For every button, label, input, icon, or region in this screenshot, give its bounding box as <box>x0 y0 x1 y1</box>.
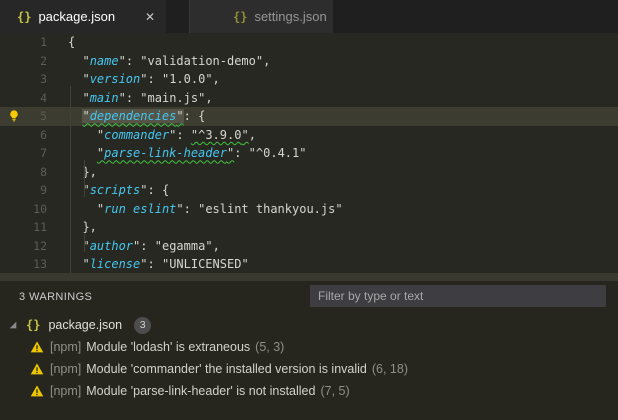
problem-row[interactable]: [npm] Module 'parse-link-header' is not i… <box>0 380 618 402</box>
tab-label: package.json <box>38 9 116 24</box>
code-line[interactable]: 8 }, <box>0 163 618 182</box>
problem-row[interactable]: [npm] Module 'lodash' is extraneous (5, 3) <box>0 336 618 358</box>
problem-location: (6, 18) <box>371 362 409 376</box>
code-line[interactable]: 7 "parse-link-header": "^0.4.1" <box>0 144 618 163</box>
vscode-window: {} package.json ✕ {} settings.json 1{2 "… <box>0 0 618 420</box>
code-line[interactable]: 2 "name": "validation-demo", <box>0 52 618 71</box>
code-line[interactable]: 12 "author": "egamma", <box>0 237 618 256</box>
indent-guide <box>84 159 85 197</box>
problem-source: [npm] <box>50 384 82 398</box>
problem-row[interactable]: [npm] Module 'commander' the installed ve… <box>0 358 618 380</box>
warning-icon <box>30 341 44 353</box>
line-number: 10 <box>33 201 47 216</box>
tab-settings-json[interactable]: {} settings.json <box>189 0 333 33</box>
problem-source: [npm] <box>50 362 82 376</box>
code-line-text: "commander": "^3.9.0", <box>96 127 256 142</box>
code-line[interactable]: 9 "scripts": { <box>0 181 618 200</box>
line-number: 2 <box>40 53 47 68</box>
code-line[interactable]: 1{ <box>0 33 618 52</box>
indent-guide <box>70 85 71 273</box>
line-number: 6 <box>40 127 47 142</box>
editor-tab-bar: {} package.json ✕ {} settings.json <box>0 0 618 33</box>
line-number: 5 <box>40 109 47 124</box>
code-line-text: "run eslint": "eslint thankyou.js" <box>96 201 343 216</box>
indent-guide <box>84 233 85 252</box>
code-line[interactable]: 5 "dependencies": { <box>0 107 618 126</box>
code-line-text: "name": "validation-demo", <box>82 53 271 68</box>
problem-location: (7, 5) <box>320 384 350 398</box>
line-number: 7 <box>40 146 47 161</box>
code-editor[interactable]: 1{2 "name": "validation-demo", 3 "version… <box>0 33 618 273</box>
editor-lines: 1{2 "name": "validation-demo", 3 "version… <box>0 33 618 273</box>
code-line-text: "author": "egamma", <box>82 238 220 253</box>
code-line-text: { <box>68 35 76 50</box>
code-line[interactable]: 11 }, <box>0 218 618 237</box>
line-number: 8 <box>40 164 47 179</box>
problem-source: [npm] <box>50 340 82 354</box>
line-number: 1 <box>40 35 47 50</box>
problems-count-badge: 3 <box>134 316 152 334</box>
problems-tree: {} package.json 3 [npm] Module 'lodash' i… <box>0 314 618 402</box>
problems-panel: 3 WARNINGS {} package.json 3 [npm] Module… <box>0 281 618 420</box>
code-line-text: "license": "UNLICENSED" <box>82 257 249 272</box>
tab-label: settings.json <box>254 9 327 24</box>
lightbulb-icon[interactable] <box>7 109 21 123</box>
tab-package-json[interactable]: {} package.json ✕ <box>0 0 166 33</box>
code-line-text: "dependencies": { <box>82 109 206 124</box>
problem-message: Module 'commander' the installed version… <box>86 362 367 376</box>
code-line[interactable]: 6 "commander": "^3.9.0", <box>0 126 618 145</box>
problem-location: (5, 3) <box>255 340 285 354</box>
code-line-text: "version": "1.0.0", <box>82 72 220 87</box>
expand-twisty-icon[interactable] <box>8 320 18 330</box>
line-number: 11 <box>33 220 47 235</box>
code-line-text: }, <box>68 220 97 235</box>
line-number: 9 <box>40 183 47 198</box>
code-line[interactable]: 13 "license": "UNLICENSED" <box>0 255 618 273</box>
code-line[interactable]: 3 "version": "1.0.0", <box>0 70 618 89</box>
line-number: 3 <box>40 72 47 87</box>
code-line-text: "parse-link-header": "^0.4.1" <box>96 146 307 161</box>
warnings-count-label: 3 WARNINGS <box>19 290 93 303</box>
tab-close-icon[interactable]: ✕ <box>143 9 157 25</box>
problems-file-name: package.json <box>48 318 123 332</box>
json-braces-icon: {} <box>17 9 32 24</box>
problem-message: Module 'parse-link-header' is not instal… <box>86 384 316 398</box>
warning-icon <box>30 363 44 375</box>
horizontal-scrollbar[interactable] <box>0 273 618 281</box>
json-braces-icon: {} <box>233 9 248 24</box>
problems-file-group-row[interactable]: {} package.json 3 <box>0 314 618 336</box>
problems-filter-input[interactable] <box>310 285 606 307</box>
code-line-text: "main": "main.js", <box>82 90 213 105</box>
code-line-text: }, <box>68 164 97 179</box>
json-braces-icon: {} <box>26 318 41 332</box>
line-number: 4 <box>40 90 47 105</box>
problem-message: Module 'lodash' is extraneous <box>86 340 251 354</box>
code-line[interactable]: 10 "run eslint": "eslint thankyou.js" <box>0 200 618 219</box>
line-number: 12 <box>33 238 47 253</box>
warning-icon <box>30 385 44 397</box>
problems-panel-header: 3 WARNINGS <box>0 281 618 312</box>
line-number: 13 <box>33 257 47 272</box>
code-line[interactable]: 4 "main": "main.js", <box>0 89 618 108</box>
